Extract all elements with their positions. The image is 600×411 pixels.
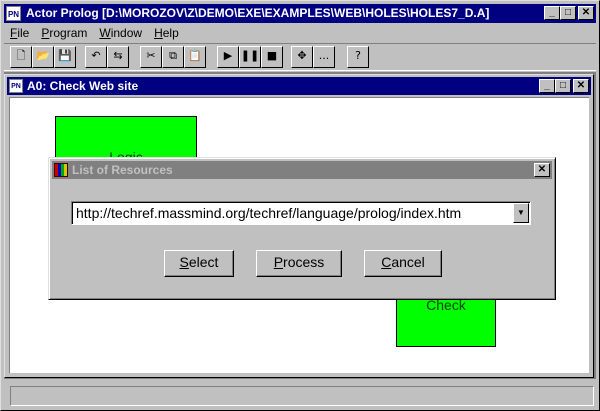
toolbar: 🗋 📂 💾 ↶ ⇆ ✂ ⧉ 📋 ▶ ❚❚ ■ ✥ ... ? bbox=[4, 43, 596, 71]
status-bar bbox=[4, 382, 596, 408]
list-of-resources-dialog: List of Resources ✕ http://techref.massm… bbox=[48, 157, 556, 300]
copy-icon[interactable]: ⧉ bbox=[162, 46, 184, 68]
toolbar-group-clipboard: ✂ ⧉ 📋 bbox=[140, 46, 206, 68]
open-file-icon[interactable]: 📂 bbox=[32, 46, 54, 68]
process-button[interactable]: Process bbox=[256, 250, 342, 277]
paste-icon[interactable]: 📋 bbox=[184, 46, 206, 68]
child-maximize-button[interactable]: □ bbox=[555, 79, 571, 93]
cut-icon[interactable]: ✂ bbox=[140, 46, 162, 68]
child-minimize-button[interactable]: _ bbox=[539, 79, 555, 93]
child-close-button[interactable]: ✕ bbox=[573, 79, 589, 93]
menu-window-label: indow bbox=[110, 26, 143, 40]
move-icon[interactable]: ✥ bbox=[291, 46, 313, 68]
status-pane bbox=[10, 386, 594, 406]
maximize-button[interactable]: □ bbox=[560, 6, 576, 20]
resources-icon bbox=[54, 163, 68, 177]
main-window: PN Actor Prolog [D:\MOROZOV\Z\DEMO\EXE\E… bbox=[0, 0, 600, 411]
child-window-icon[interactable]: PN bbox=[9, 79, 23, 93]
chevron-down-icon[interactable]: ▼ bbox=[513, 203, 529, 223]
toolbar-group-file: 🗋 📂 💾 bbox=[10, 46, 76, 68]
menu-help-mnemonic: H bbox=[154, 26, 163, 40]
save-icon[interactable]: 💾 bbox=[54, 46, 76, 68]
menu-help-label: elp bbox=[162, 26, 179, 40]
dialog-title: List of Resources bbox=[72, 163, 173, 177]
menu-program-label: rogram bbox=[49, 26, 88, 40]
stop-icon[interactable]: ■ bbox=[261, 46, 283, 68]
toolbar-group-edit: ↶ ⇆ bbox=[85, 46, 129, 68]
child-title: A0: Check Web site bbox=[27, 79, 139, 93]
select-button-mnemonic: S bbox=[179, 254, 189, 270]
menu-window[interactable]: Window bbox=[93, 24, 148, 42]
child-title-bar[interactable]: PN A0: Check Web site _ □ ✕ bbox=[7, 77, 591, 95]
help-icon[interactable]: ? bbox=[347, 46, 369, 68]
redo-icon[interactable]: ⇆ bbox=[107, 46, 129, 68]
app-caption-buttons: _ □ ✕ bbox=[544, 6, 594, 20]
child-caption-buttons: _ □ ✕ bbox=[539, 79, 589, 93]
menu-help[interactable]: Help bbox=[148, 24, 185, 42]
menu-window-mnemonic: W bbox=[99, 26, 111, 40]
cancel-button-label: ancel bbox=[391, 254, 425, 270]
process-button-label: rocess bbox=[283, 254, 325, 270]
minimize-button[interactable]: _ bbox=[544, 6, 560, 20]
run-icon[interactable]: ▶ bbox=[217, 46, 239, 68]
new-file-icon[interactable]: 🗋 bbox=[10, 46, 32, 68]
toolbar-group-run: ▶ ❚❚ ■ bbox=[217, 46, 283, 68]
app-title: Actor Prolog [D:\MOROZOV\Z\DEMO\EXE\EXAM… bbox=[26, 6, 490, 20]
undo-icon[interactable]: ↶ bbox=[85, 46, 107, 68]
app-title-bar[interactable]: PN Actor Prolog [D:\MOROZOV\Z\DEMO\EXE\E… bbox=[4, 4, 596, 23]
toolbar-group-help: ? bbox=[347, 46, 369, 68]
resource-url-combobox[interactable]: http://techref.massmind.org/techref/lang… bbox=[71, 201, 531, 225]
select-button-label: elect bbox=[188, 254, 219, 270]
dialog-close-button[interactable]: ✕ bbox=[534, 163, 550, 177]
app-icon[interactable]: PN bbox=[6, 6, 21, 21]
menu-file[interactable]: File bbox=[4, 24, 35, 42]
menu-program[interactable]: Program bbox=[35, 24, 93, 42]
process-button-mnemonic: P bbox=[273, 254, 284, 270]
more-icon[interactable]: ... bbox=[313, 46, 335, 68]
cancel-button-mnemonic: C bbox=[381, 254, 392, 270]
pause-icon[interactable]: ❚❚ bbox=[239, 46, 261, 68]
resource-url-value: http://techref.massmind.org/techref/lang… bbox=[76, 205, 462, 221]
menu-bar: File Program Window Help bbox=[4, 24, 185, 42]
select-button[interactable]: Select bbox=[164, 250, 234, 277]
toolbar-group-tools: ✥ ... bbox=[291, 46, 335, 68]
cancel-button[interactable]: Cancel bbox=[364, 250, 442, 277]
menu-file-label: ile bbox=[17, 26, 30, 40]
dialog-title-bar[interactable]: List of Resources ✕ bbox=[52, 161, 552, 179]
check-box: Check bbox=[396, 293, 496, 347]
close-button[interactable]: ✕ bbox=[578, 6, 594, 20]
